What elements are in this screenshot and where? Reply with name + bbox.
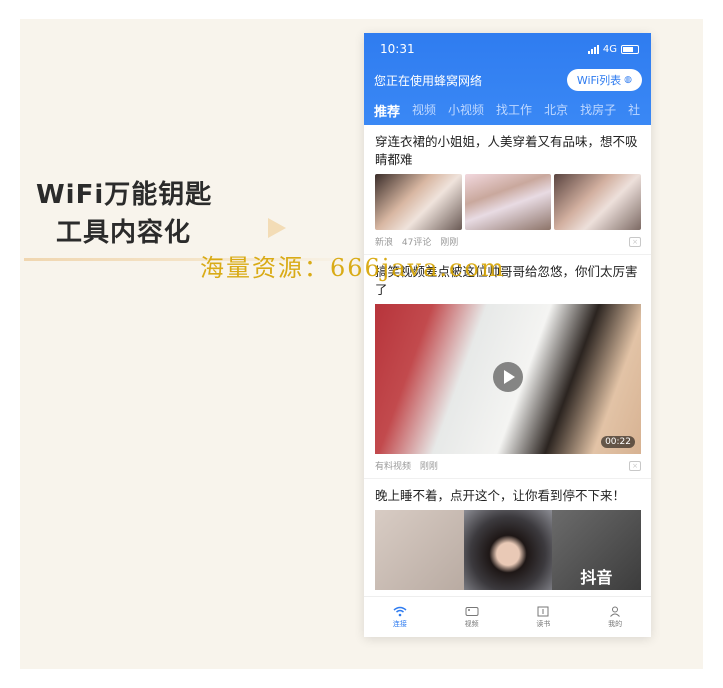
slide-caption: WiFi万能钥匙 工具内容化 (36, 176, 212, 252)
feed-item-title[interactable]: 穿连衣裙的小姐姐，人美穿着又有品味，想不吸睛都难 (375, 133, 641, 169)
tab-housing[interactable]: 找房子 (580, 101, 616, 120)
book-icon (537, 606, 549, 616)
app-header: 10:31 4G 您正在使用蜂窝网络 WiFi列表 ◍ 推荐 视频 小视频 找工… (364, 33, 651, 125)
bottom-tab-bar: 连接 视频 读书 我的 (364, 596, 651, 637)
tab-profile-label: 我的 (608, 619, 623, 628)
tab-connect[interactable]: 连接 (364, 597, 436, 637)
status-bar: 10:31 4G (380, 41, 639, 57)
dismiss-icon[interactable]: × (629, 460, 641, 471)
feed-item[interactable]: 晚上睡不着，点开这个，让你看到停不下来！ 抖音 (364, 479, 651, 590)
news-feed: 穿连衣裙的小姐姐，人美穿着又有品味，想不吸睛都难 新浪 47评论 刚刚 × 搞笑… (364, 125, 651, 597)
wifi-icon (393, 606, 407, 616)
feed-thumbnail[interactable] (554, 174, 642, 230)
phone-screen: 10:31 4G 您正在使用蜂窝网络 WiFi列表 ◍ 推荐 视频 小视频 找工… (364, 33, 651, 637)
tab-more[interactable]: 社 (628, 101, 640, 120)
feed-item[interactable]: 搞笑视频差点被这位帅哥哥给忽悠，你们太厉害了 00:22 有料视频 刚刚 × (364, 255, 651, 479)
feed-time: 刚刚 (440, 238, 459, 248)
feed-item[interactable]: 穿连衣裙的小姐姐，人美穿着又有品味，想不吸睛都难 新浪 47评论 刚刚 × (364, 125, 651, 255)
feed-source: 有料视频 (375, 462, 412, 472)
tab-profile[interactable]: 我的 (579, 597, 651, 637)
feed-item-title[interactable]: 晚上睡不着，点开这个，让你看到停不下来！ (375, 487, 641, 505)
tab-connect-label: 连接 (392, 619, 407, 628)
user-icon (610, 606, 620, 617)
play-icon[interactable] (493, 362, 523, 392)
watermark-text: 海量资源：666java.com (200, 254, 506, 282)
tab-video-bottom[interactable]: 视频 (436, 597, 508, 637)
wifi-signal-icon: ◍ (624, 75, 632, 85)
feed-thumbnail[interactable]: 抖音 (552, 510, 641, 590)
feed-comments: 47评论 (401, 238, 432, 248)
tab-reading[interactable]: 读书 (508, 597, 580, 637)
caption-line-2: 工具内容化 (56, 218, 192, 248)
connection-status: 您正在使用蜂窝网络 (374, 73, 483, 88)
tab-jobs[interactable]: 找工作 (496, 101, 532, 120)
feed-meta: 有料视频 刚刚 × (375, 454, 641, 478)
status-indicators: 4G (587, 43, 639, 55)
caption-line-1: WiFi万能钥匙 (36, 180, 213, 210)
battery-icon (621, 44, 639, 54)
douyin-overlay-text: 抖音 (580, 568, 613, 587)
feed-image-row: 抖音 (375, 510, 641, 590)
feed-image-row (375, 174, 642, 230)
feed-time: 刚刚 (419, 462, 438, 472)
video-icon (465, 606, 479, 616)
status-time: 10:31 (380, 42, 415, 56)
tab-reading-label: 读书 (536, 619, 551, 628)
feed-source: 新浪 (375, 238, 394, 248)
pointer-arrow-icon (268, 218, 286, 238)
video-thumbnail[interactable]: 00:22 (375, 304, 641, 454)
wifi-list-label: WiFi列表 (576, 74, 622, 87)
feed-thumbnail[interactable] (375, 174, 462, 230)
dismiss-icon[interactable]: × (629, 236, 641, 247)
wifi-list-button[interactable]: WiFi列表 ◍ (566, 69, 642, 91)
tab-video-label: 视频 (464, 619, 479, 628)
channel-tabs: 推荐 视频 小视频 找工作 北京 找房子 社 (374, 101, 640, 120)
feed-thumbnail[interactable] (464, 174, 552, 230)
feed-thumbnail[interactable] (463, 510, 553, 590)
tab-video[interactable]: 视频 (412, 101, 436, 120)
tab-beijing[interactable]: 北京 (544, 101, 568, 120)
tab-short-video[interactable]: 小视频 (448, 101, 484, 120)
video-duration: 00:22 (601, 436, 635, 448)
connection-bar: 您正在使用蜂窝网络 WiFi列表 ◍ (374, 69, 642, 91)
signal-icon (587, 44, 599, 54)
tab-recommend[interactable]: 推荐 (374, 101, 400, 120)
network-type: 4G (602, 43, 617, 55)
feed-thumbnail[interactable] (375, 510, 464, 590)
